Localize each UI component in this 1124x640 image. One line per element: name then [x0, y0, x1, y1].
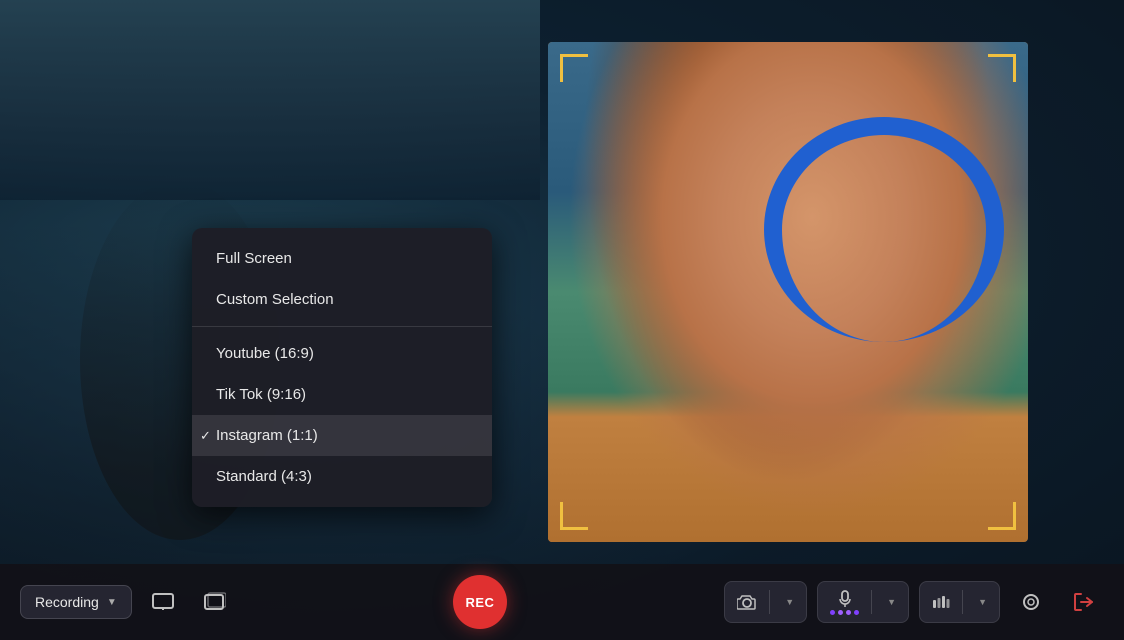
menu-divider-1 — [192, 326, 492, 327]
menu-item-full-screen[interactable]: Full Screen — [192, 238, 492, 279]
screen-capture-button[interactable] — [142, 581, 184, 623]
video-headphones — [764, 117, 1004, 342]
menu-item-label-full-screen: Full Screen — [216, 250, 292, 267]
corner-bracket-bottom-right — [988, 502, 1016, 530]
menu-item-custom-selection[interactable]: Custom Selection — [192, 279, 492, 320]
menu-item-youtube[interactable]: Youtube (16:9) — [192, 333, 492, 374]
menu-item-label-instagram: Instagram (1:1) — [216, 427, 318, 444]
camera-control-group: ▼ — [724, 581, 807, 623]
settings-button[interactable] — [1010, 581, 1052, 623]
camera-chevron-icon: ▼ — [785, 597, 794, 607]
mic-control-group: ▼ — [817, 581, 909, 623]
recording-label: Recording — [35, 594, 99, 610]
corner-bracket-bottom-left — [560, 502, 588, 530]
window-icon — [204, 592, 226, 612]
menu-item-tiktok[interactable]: Tik Tok (9:16) — [192, 374, 492, 415]
rec-button[interactable]: REC — [453, 575, 507, 629]
menu-item-instagram[interactable]: ✓ Instagram (1:1) — [192, 415, 492, 456]
camera-dropdown-button[interactable]: ▼ — [770, 582, 806, 622]
audio-control-group: ▼ — [919, 581, 1000, 623]
chevron-down-icon: ▼ — [107, 597, 117, 608]
mic-icon — [838, 590, 852, 608]
menu-item-label-standard: Standard (4:3) — [216, 468, 312, 485]
audio-dropdown-button[interactable]: ▼ — [963, 582, 999, 622]
capture-mode-dropdown: Full Screen Custom Selection Youtube (16… — [192, 228, 492, 507]
toolbar: Recording ▼ REC ▼ — [0, 564, 1124, 640]
settings-icon — [1020, 591, 1042, 613]
video-preview — [548, 42, 1028, 542]
mic-chevron-icon: ▼ — [887, 597, 896, 607]
mic-level-dots — [830, 610, 859, 615]
mic-dot-3 — [846, 610, 851, 615]
mic-dot-4 — [854, 610, 859, 615]
mic-button[interactable] — [818, 582, 871, 622]
corner-bracket-top-right — [988, 54, 1016, 82]
camera-icon — [737, 594, 757, 610]
menu-item-label-custom-selection: Custom Selection — [216, 291, 334, 308]
mic-dropdown-button[interactable]: ▼ — [872, 582, 908, 622]
rec-label: REC — [466, 595, 495, 610]
exit-icon — [1072, 591, 1094, 613]
audio-chevron-icon: ▼ — [978, 597, 987, 607]
check-mark-icon: ✓ — [200, 428, 211, 444]
menu-item-standard[interactable]: Standard (4:3) — [192, 456, 492, 497]
camera-button[interactable] — [725, 582, 769, 622]
screen-icon — [152, 593, 174, 611]
mic-dot-1 — [830, 610, 835, 615]
mic-dot-2 — [838, 610, 843, 615]
recording-dropdown-button[interactable]: Recording ▼ — [20, 585, 132, 619]
background-shelf — [0, 0, 540, 200]
exit-button[interactable] — [1062, 581, 1104, 623]
menu-item-label-tiktok: Tik Tok (9:16) — [216, 386, 306, 403]
audio-levels-icon — [932, 594, 950, 610]
mic-inner — [830, 590, 859, 615]
window-capture-button[interactable] — [194, 581, 236, 623]
menu-item-label-youtube: Youtube (16:9) — [216, 345, 314, 362]
corner-bracket-top-left — [560, 54, 588, 82]
audio-levels-button[interactable] — [920, 582, 962, 622]
